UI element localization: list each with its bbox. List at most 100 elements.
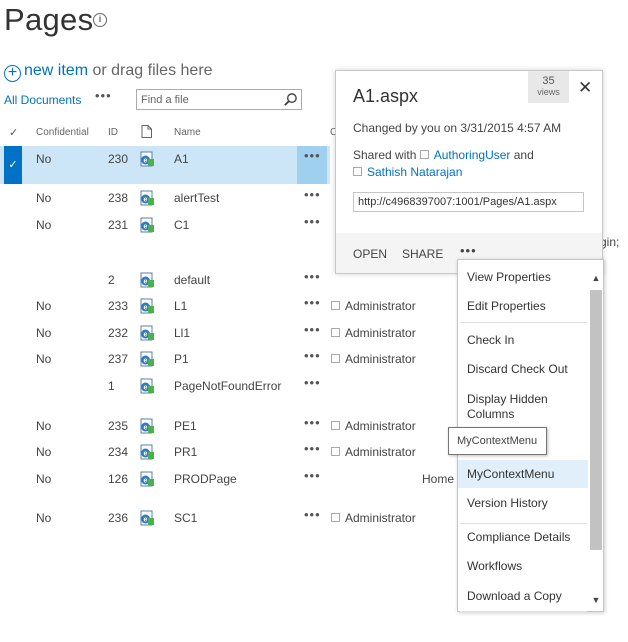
menu-item[interactable]: Discard Check Out [467, 362, 568, 376]
aspx-page-icon[interactable]: e [139, 272, 155, 288]
cell-modified-by: Administrator [331, 352, 416, 366]
aspx-page-icon[interactable]: e [139, 378, 155, 394]
new-item-link[interactable]: new item [24, 62, 88, 79]
menu-separator [460, 611, 587, 612]
cell-name-link[interactable]: P1 [174, 352, 189, 366]
row-ellipsis-button[interactable]: ••• [304, 148, 321, 163]
column-header-confidential[interactable]: Confidential [36, 127, 89, 138]
select-all-checkmark[interactable]: ✓ [9, 126, 18, 139]
close-icon[interactable]: ✕ [578, 79, 592, 96]
menu-item[interactable]: Edit Properties [467, 299, 546, 313]
row-ellipsis-button[interactable]: ••• [304, 507, 321, 522]
user-presence-icon [353, 167, 362, 176]
cell-name-link[interactable]: C1 [174, 218, 189, 232]
cell-name-link[interactable]: default [174, 273, 210, 287]
aspx-page-icon[interactable]: e [139, 325, 155, 341]
svg-text:e: e [144, 332, 148, 339]
cell-confidential: No [36, 352, 52, 366]
clipped-home-text: Home [422, 472, 455, 486]
aspx-page-icon[interactable]: e [139, 298, 155, 314]
shared-with-line-2: Sathish Natarajan [353, 165, 462, 179]
row-ellipsis-button[interactable]: ••• [304, 187, 321, 202]
menu-item[interactable]: Compliance Details [467, 530, 570, 544]
row-ellipsis-button[interactable]: ••• [304, 468, 321, 483]
row-ellipsis-button[interactable]: ••• [304, 269, 321, 284]
cell-name-link[interactable]: A1 [174, 152, 189, 166]
user-presence-icon [331, 328, 340, 337]
column-header-id[interactable]: ID [108, 127, 118, 138]
aspx-page-icon[interactable]: e [139, 190, 155, 206]
menu-tooltip: MyContextMenu [448, 427, 547, 455]
menu-item[interactable]: View Properties [467, 270, 551, 284]
view-more-ellipsis[interactable]: ••• [95, 88, 112, 103]
row-ellipsis-button[interactable]: ••• [304, 441, 321, 456]
callout-title[interactable]: A1.aspx [353, 86, 418, 107]
views-badge: 35 views [528, 71, 569, 103]
shared-user-sathish[interactable]: Sathish Natarajan [367, 165, 462, 179]
menu-item[interactable]: Check In [467, 333, 514, 347]
cell-name-link[interactable]: PE1 [174, 419, 197, 433]
cell-confidential: No [36, 191, 52, 205]
aspx-page-icon[interactable]: e [139, 510, 155, 526]
share-button[interactable]: SHARE [402, 247, 443, 261]
views-count: 35 [542, 75, 555, 87]
cell-confidential: No [36, 419, 52, 433]
aspx-page-icon[interactable]: e [139, 351, 155, 367]
shared-user-authoringuser[interactable]: AuthoringUser [434, 148, 511, 162]
cell-name-link[interactable]: PRODPage [174, 472, 237, 486]
cell-name-link[interactable]: L1 [174, 299, 187, 313]
cell-name-link[interactable]: SC1 [174, 511, 197, 525]
aspx-page-icon[interactable]: e [139, 444, 155, 460]
plus-circle-icon[interactable]: + [4, 65, 21, 82]
cell-name-link[interactable]: alertTest [174, 191, 219, 205]
menu-item[interactable]: Display Hidden [467, 392, 548, 406]
menu-item[interactable]: MyContextMenu [467, 467, 554, 481]
menu-item[interactable]: Columns [467, 407, 514, 421]
cell-confidential: No [36, 152, 52, 166]
user-presence-icon [331, 513, 340, 522]
cell-id: 230 [108, 152, 129, 166]
menu-item[interactable]: Download a Copy [467, 589, 562, 603]
cell-id: 233 [108, 299, 129, 313]
drag-files-text: or drag files here [88, 62, 213, 79]
aspx-page-icon[interactable]: e [139, 151, 155, 167]
cell-modified-by: Administrator [331, 419, 416, 433]
callout-more-button[interactable]: ••• [460, 243, 477, 258]
row-checkbox-selected[interactable]: ✓ [4, 146, 22, 184]
user-presence-icon [331, 354, 340, 363]
cell-id: 235 [108, 419, 129, 433]
menu-item[interactable]: Workflows [467, 559, 522, 573]
menu-separator [460, 322, 587, 323]
scroll-up-icon[interactable]: ▲ [589, 272, 603, 284]
search-icon[interactable] [283, 92, 298, 107]
row-ellipsis-button[interactable]: ••• [304, 214, 321, 229]
menu-item[interactable]: Version History [467, 496, 548, 510]
row-ellipsis-button[interactable]: ••• [304, 348, 321, 363]
column-header-name[interactable]: Name [174, 127, 201, 138]
info-icon[interactable]: i [93, 13, 107, 27]
document-type-icon[interactable] [141, 125, 152, 138]
row-ellipsis-button[interactable]: ••• [304, 322, 321, 337]
user-presence-icon [331, 421, 340, 430]
cell-confidential: No [36, 326, 52, 340]
row-ellipsis-button[interactable]: ••• [304, 375, 321, 390]
row-ellipsis-button[interactable]: ••• [304, 415, 321, 430]
aspx-page-icon[interactable]: e [139, 471, 155, 487]
cell-id: 237 [108, 352, 129, 366]
menu-scrollbar-thumb[interactable] [590, 290, 602, 550]
cell-name-link[interactable]: PR1 [174, 445, 197, 459]
cell-id: 236 [108, 511, 129, 525]
cell-name-link[interactable]: PageNotFoundError [174, 379, 281, 393]
cell-name-link[interactable]: Ll1 [174, 326, 190, 340]
svg-text:e: e [144, 517, 148, 524]
view-selector-all-documents[interactable]: All Documents [4, 93, 81, 107]
scroll-down-icon[interactable]: ▼ [589, 594, 603, 606]
aspx-page-icon[interactable]: e [139, 217, 155, 233]
menu-separator [460, 523, 587, 524]
search-input[interactable] [137, 90, 277, 109]
aspx-page-icon[interactable]: e [139, 418, 155, 434]
cell-confidential: No [36, 218, 52, 232]
open-button[interactable]: OPEN [353, 247, 387, 261]
row-ellipsis-button[interactable]: ••• [304, 295, 321, 310]
document-url-field[interactable]: http://c4968397007:1001/Pages/A1.aspx [353, 192, 584, 212]
